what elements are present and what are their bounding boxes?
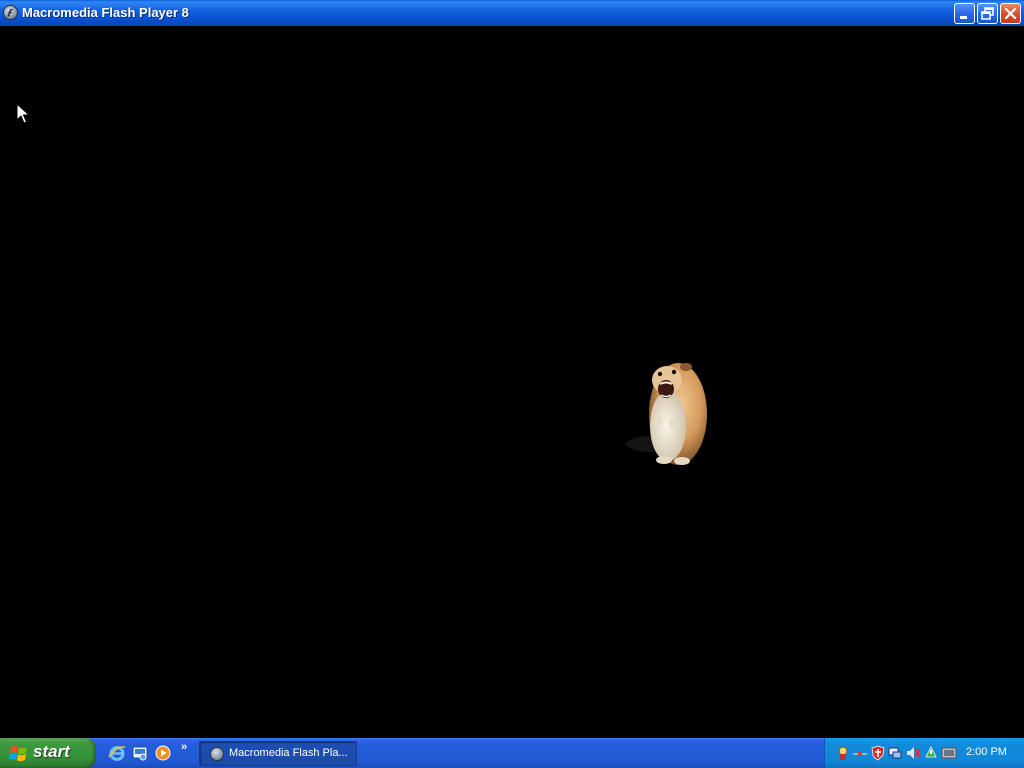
- flash-player-icon: [210, 747, 224, 761]
- restore-button[interactable]: [977, 3, 998, 24]
- taskbar-item-label: Macromedia Flash Pla...: [229, 747, 348, 759]
- restore-icon: [981, 7, 994, 20]
- update-icon[interactable]: [923, 745, 939, 761]
- mouse-cursor-icon: [16, 103, 30, 124]
- hamster-image: [626, 363, 707, 465]
- close-icon: [1004, 7, 1017, 20]
- start-button[interactable]: start: [0, 738, 96, 768]
- window-title: Macromedia Flash Player 8: [22, 5, 189, 20]
- quick-launch-more-button[interactable]: »: [181, 741, 187, 753]
- monitor-icon[interactable]: [887, 745, 903, 761]
- windows-logo-icon: [9, 746, 27, 762]
- flash-player-icon[interactable]: [3, 5, 18, 20]
- title-bar[interactable]: Macromedia Flash Player 8: [0, 0, 1024, 26]
- minimize-icon: [960, 16, 967, 19]
- minimize-button[interactable]: [954, 3, 975, 24]
- taskbar-item-flash-player[interactable]: Macromedia Flash Pla...: [199, 741, 357, 766]
- display-icon[interactable]: [941, 745, 957, 761]
- volume-icon[interactable]: [905, 745, 921, 761]
- screen: Macromedia Flash Player 8 start » Macrom…: [0, 0, 1024, 768]
- flash-stage[interactable]: [0, 26, 1024, 738]
- start-label: start: [33, 742, 70, 761]
- shield-icon[interactable]: [870, 745, 886, 761]
- security-icon[interactable]: [835, 745, 851, 761]
- taskbar-clock[interactable]: 2:00 PM: [966, 746, 1007, 758]
- internet-explorer-icon[interactable]: [108, 744, 126, 762]
- show-desktop-icon[interactable]: [131, 744, 149, 762]
- media-player-icon[interactable]: [154, 744, 172, 762]
- network-icon[interactable]: [852, 745, 868, 761]
- close-button[interactable]: [1000, 3, 1021, 24]
